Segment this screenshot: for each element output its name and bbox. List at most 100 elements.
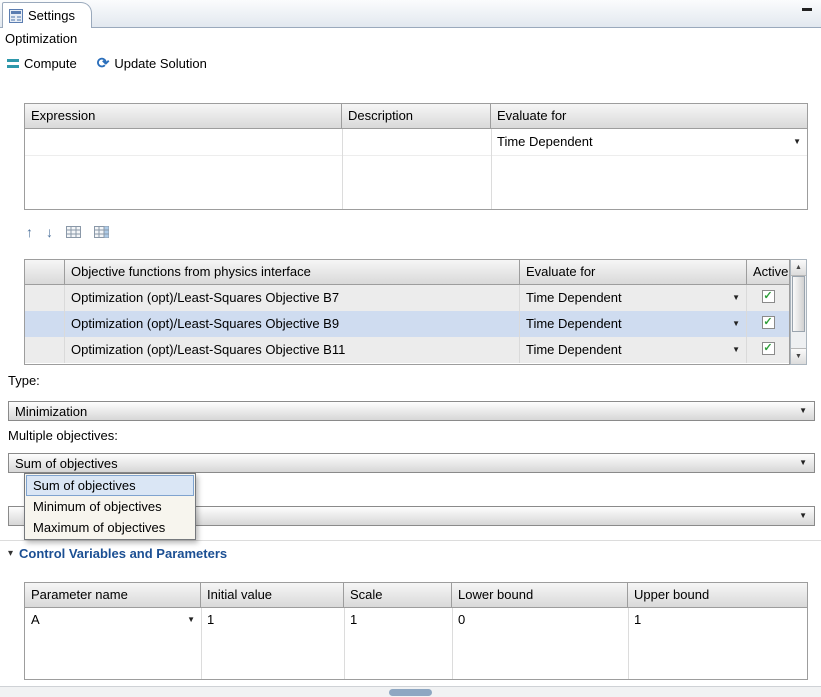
chevron-down-icon[interactable]: ▼ [732, 346, 740, 354]
horizontal-scrollbar-thumb[interactable] [389, 689, 432, 696]
col-row-selector [25, 260, 65, 284]
column-divider [628, 608, 629, 679]
objective-cell[interactable]: Optimization (opt)/Least-Squares Objecti… [65, 311, 520, 337]
objective-table: Objective functions from physics interfa… [24, 259, 790, 365]
active-checkbox[interactable]: ✓ [762, 316, 775, 329]
tab-settings[interactable]: Settings [2, 2, 92, 28]
scroll-up-button[interactable]: ▲ [791, 260, 806, 276]
type-dropdown[interactable]: Minimization ▼ [8, 401, 815, 421]
scrollbar-thumb[interactable] [792, 276, 805, 332]
chevron-down-icon[interactable]: ▼ [732, 320, 740, 328]
horizontal-scrollbar[interactable] [0, 686, 821, 697]
col-description[interactable]: Description [342, 104, 491, 128]
chevron-down-icon: ▼ [799, 512, 807, 520]
active-checkbox[interactable]: ✓ [762, 290, 775, 303]
evaluate-for-value: Time Dependent [526, 337, 622, 362]
type-label: Type: [8, 373, 40, 388]
col-expression[interactable]: Expression [25, 104, 342, 128]
scroll-up-icon: ▲ [795, 264, 802, 271]
col-parameter-name[interactable]: Parameter name [25, 583, 201, 607]
chevron-down-icon[interactable]: ▼ [187, 616, 195, 624]
node-label: Optimization [5, 31, 77, 46]
objective-cell[interactable]: Optimization (opt)/Least-Squares Objecti… [65, 337, 520, 363]
update-solution-label: Update Solution [114, 56, 207, 71]
col-evaluate-for[interactable]: Evaluate for [520, 260, 747, 284]
section-title: Control Variables and Parameters [19, 546, 227, 561]
evaluate-for-value: Time Dependent [497, 129, 593, 154]
move-down-button[interactable]: ↓ [46, 225, 53, 239]
compute-label: Compute [24, 56, 77, 71]
objective-row[interactable]: Optimization (opt)/Least-Squares Objecti… [25, 337, 789, 363]
option-maximum-of-objectives[interactable]: Maximum of objectives [26, 517, 194, 538]
expression-table: Expression Description Evaluate for Time… [24, 103, 808, 210]
objective-cell[interactable]: Optimization (opt)/Least-Squares Objecti… [65, 285, 520, 311]
column-divider [344, 608, 345, 679]
evaluate-for-value: Time Dependent [526, 311, 622, 336]
table-action-toolbar: ↑ ↓ [26, 222, 109, 242]
row-selector-cell[interactable] [25, 311, 65, 337]
evaluate-for-cell-combo[interactable]: Time Dependent ▼ [520, 311, 747, 337]
scroll-down-icon: ▼ [795, 353, 802, 360]
upper-bound-cell[interactable]: 1 [628, 608, 807, 633]
expression-table-row[interactable]: Time Dependent ▼ [25, 129, 807, 156]
collapse-triangle-icon[interactable]: ▾ [8, 549, 13, 559]
objective-row[interactable]: Optimization (opt)/Least-Squares Objecti… [25, 285, 789, 311]
tab-settings-label: Settings [28, 8, 75, 23]
scale-cell[interactable]: 1 [344, 608, 452, 633]
chevron-down-icon: ▼ [799, 407, 807, 415]
col-evaluate-for[interactable]: Evaluate for [491, 104, 807, 128]
multiple-objectives-value: Sum of objectives [15, 456, 118, 471]
type-value: Minimization [15, 404, 87, 419]
col-upper-bound[interactable]: Upper bound [628, 583, 807, 607]
section-header-control-variables[interactable]: ▾ Control Variables and Parameters [8, 546, 227, 561]
chevron-down-icon[interactable]: ▼ [793, 138, 801, 146]
multiple-objectives-option-list: Sum of objectives Minimum of objectives … [24, 473, 196, 540]
minimize-icon[interactable] [802, 8, 812, 11]
expression-cell[interactable] [25, 129, 342, 155]
col-objective-functions[interactable]: Objective functions from physics interfa… [65, 260, 520, 284]
parameter-row[interactable]: A ▼ 1 1 0 1 [25, 608, 807, 633]
option-sum-of-objectives[interactable]: Sum of objectives [26, 475, 194, 496]
section-divider [0, 540, 821, 541]
description-cell[interactable] [342, 129, 491, 155]
evaluate-for-cell-combo[interactable]: Time Dependent ▼ [520, 337, 747, 363]
active-cell: ✓ [747, 337, 789, 363]
col-active[interactable]: Active [747, 260, 789, 284]
objective-table-header: Objective functions from physics interfa… [25, 260, 789, 285]
initial-value-cell[interactable]: 1 [201, 608, 344, 633]
option-minimum-of-objectives[interactable]: Minimum of objectives [26, 496, 194, 517]
compute-button[interactable]: Compute [7, 56, 77, 71]
move-up-button[interactable]: ↑ [26, 225, 33, 239]
refresh-icon: ⟳ [97, 56, 110, 71]
col-lower-bound[interactable]: Lower bound [452, 583, 628, 607]
evaluate-for-cell-combo[interactable]: Time Dependent ▼ [491, 129, 807, 155]
check-icon: ✓ [763, 343, 772, 354]
row-selector-cell[interactable] [25, 337, 65, 363]
parameter-name-value: A [31, 608, 40, 632]
table-columns-button[interactable] [94, 226, 109, 238]
update-solution-button[interactable]: ⟳ Update Solution [97, 56, 207, 71]
multiple-objectives-dropdown[interactable]: Sum of objectives ▼ [8, 453, 815, 473]
active-cell: ✓ [747, 285, 789, 311]
chevron-down-icon[interactable]: ▼ [732, 294, 740, 302]
objective-table-scrollbar[interactable]: ▲ ▼ [790, 259, 807, 365]
chevron-down-icon: ▼ [799, 459, 807, 467]
column-divider [452, 608, 453, 679]
row-selector-cell[interactable] [25, 285, 65, 311]
column-divider [342, 129, 343, 209]
clear-table-button[interactable] [66, 226, 81, 238]
objective-row-selected[interactable]: Optimization (opt)/Least-Squares Objecti… [25, 311, 789, 337]
col-scale[interactable]: Scale [344, 583, 452, 607]
active-checkbox[interactable]: ✓ [762, 342, 775, 355]
scroll-down-button[interactable]: ▼ [791, 348, 806, 364]
active-cell: ✓ [747, 311, 789, 337]
tab-bar: Settings [0, 0, 821, 28]
compute-icon [7, 58, 19, 69]
parameters-table-header: Parameter name Initial value Scale Lower… [25, 583, 807, 608]
evaluate-for-value: Time Dependent [526, 285, 622, 310]
check-icon: ✓ [763, 291, 772, 302]
lower-bound-cell[interactable]: 0 [452, 608, 628, 633]
col-initial-value[interactable]: Initial value [201, 583, 344, 607]
evaluate-for-cell-combo[interactable]: Time Dependent ▼ [520, 285, 747, 311]
parameter-name-cell-combo[interactable]: A ▼ [25, 608, 201, 633]
